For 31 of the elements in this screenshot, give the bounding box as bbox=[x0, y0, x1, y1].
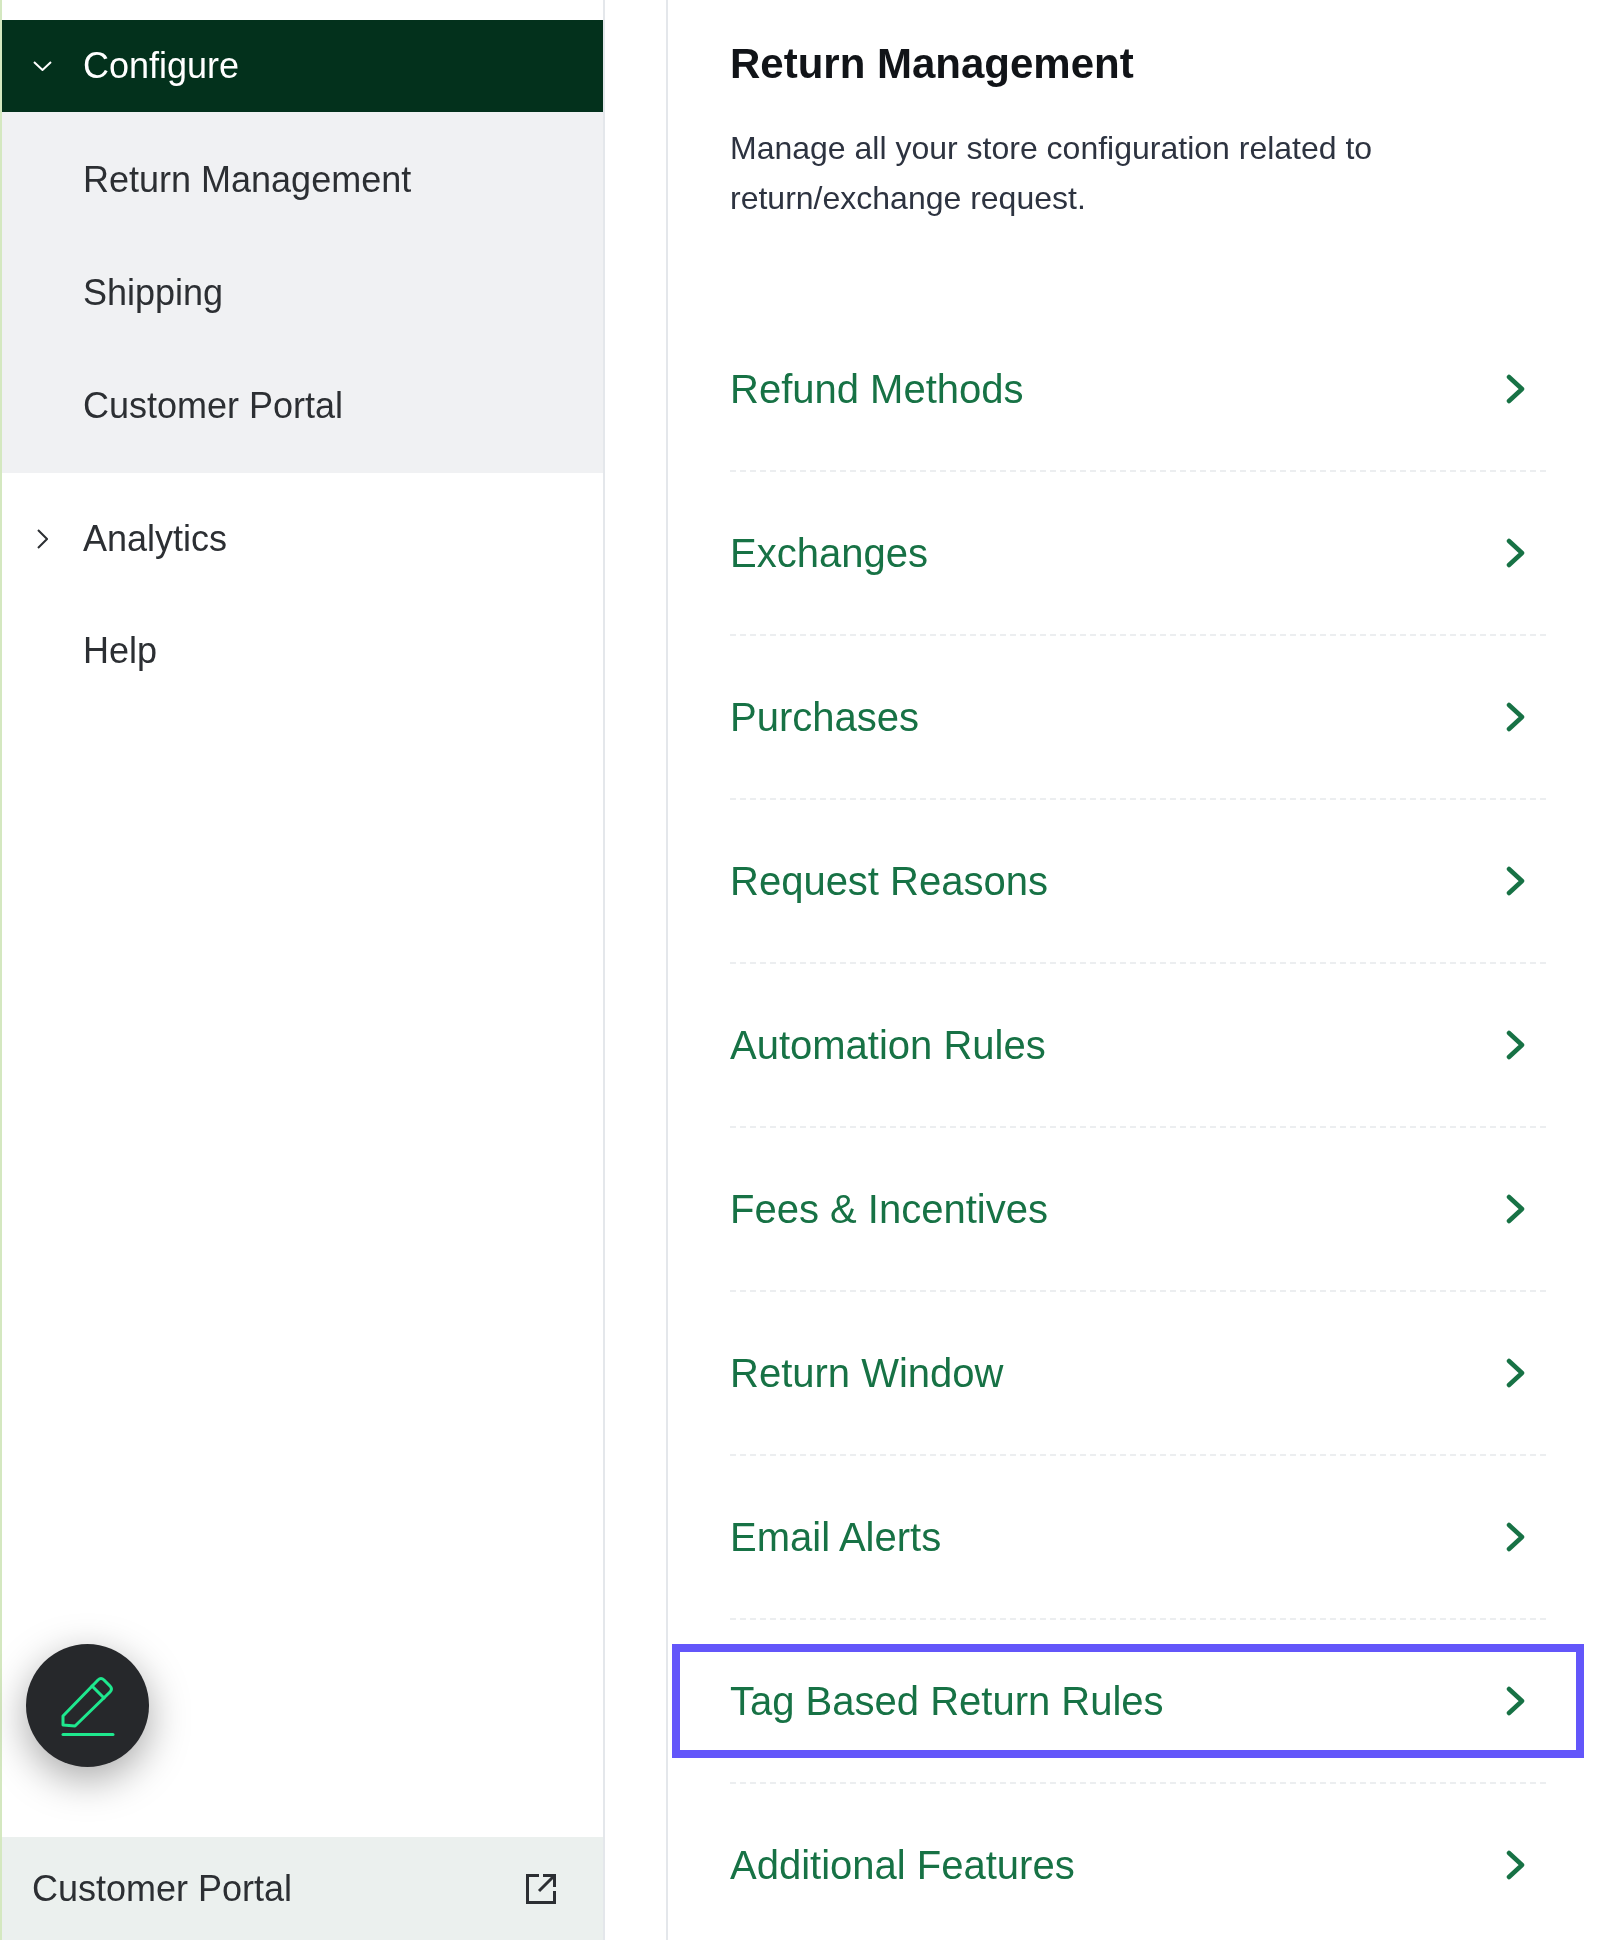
settings-row[interactable]: Return Window bbox=[672, 1316, 1584, 1430]
settings-row[interactable]: Email Alerts bbox=[672, 1480, 1584, 1594]
settings-row[interactable]: Additional Features bbox=[672, 1808, 1584, 1922]
chevron-right-icon bbox=[1506, 1030, 1525, 1060]
settings-row[interactable]: Request Reasons bbox=[672, 824, 1584, 938]
settings-row[interactable]: Fees & Incentives bbox=[672, 1152, 1584, 1266]
chevron-right-icon bbox=[1506, 538, 1525, 568]
settings-row[interactable]: Refund Methods bbox=[672, 332, 1584, 446]
submenu-item[interactable]: Return Management bbox=[2, 123, 603, 236]
chevron-right-icon bbox=[1506, 702, 1525, 732]
external-link-icon bbox=[526, 1873, 556, 1904]
chevron-right-icon bbox=[1506, 1522, 1525, 1552]
pencil-icon bbox=[60, 1674, 115, 1737]
settings-row[interactable]: Exchanges bbox=[672, 496, 1584, 610]
submenu-item[interactable]: Customer Portal bbox=[2, 349, 603, 462]
customer-portal-link[interactable]: Customer Portal bbox=[2, 1837, 603, 1940]
page-title: Return Management bbox=[730, 39, 1135, 89]
settings-row[interactable]: Purchases bbox=[672, 660, 1584, 774]
sidebar-item[interactable]: Help bbox=[2, 605, 603, 697]
chevron-right-icon bbox=[1506, 374, 1525, 404]
sidebar-item[interactable]: Analytics bbox=[2, 493, 603, 585]
settings-row[interactable]: Tag Based Return Rules bbox=[672, 1644, 1584, 1758]
chevron-right-icon bbox=[1506, 866, 1525, 896]
settings-row[interactable]: Automation Rules bbox=[672, 988, 1584, 1102]
page-description: Manage all your store configuration related to return/exchange request. bbox=[730, 129, 1374, 218]
chevron-right-icon bbox=[1506, 1850, 1525, 1880]
sidebar-item[interactable]: Configure bbox=[2, 20, 603, 112]
chevron-right-icon bbox=[1506, 1194, 1525, 1224]
chevron-right-icon bbox=[1506, 1358, 1525, 1388]
submenu-item[interactable]: Shipping bbox=[2, 236, 603, 349]
chevron-right-icon bbox=[1506, 1686, 1525, 1716]
